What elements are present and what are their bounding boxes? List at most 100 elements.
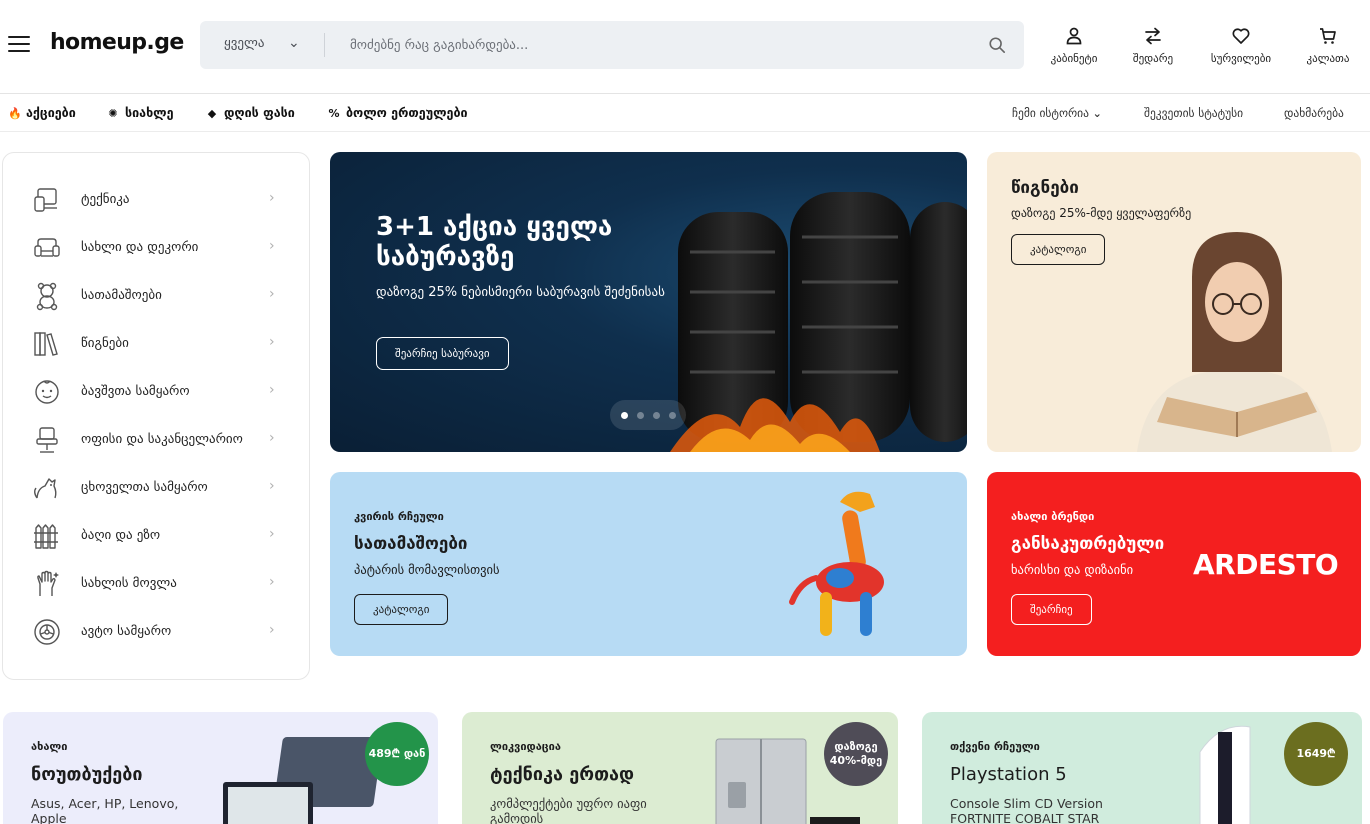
carousel-dot-4[interactable] [669,412,676,419]
sidebar-item-label: ტექნიკა [81,192,130,207]
tires-image [670,192,967,452]
nav-item-label: სიახლე [125,105,174,120]
site-header: homeup.ge ყველა ⌄ კაბინეტი შედარე სურვილ… [0,0,1370,94]
sparkle-icon: ✺ [108,107,118,120]
chevron-right-icon: › [269,334,275,350]
account-label: კაბინეტი [1050,52,1098,65]
carousel-dot-2[interactable] [637,412,644,419]
nav-item-last-units[interactable]: % ბოლო ერთეულები [328,105,467,120]
promo-card-bundles[interactable]: ლიკვიდაცია ტექნიკა ერთად კომპლექტები უფრ… [462,712,898,824]
chevron-right-icon: › [269,382,275,398]
card-desc: Asus, Acer, HP, Lenovo, Apple [31,796,179,824]
toys-catalog-button[interactable]: კატალოგი [354,594,449,625]
card-title: Playstation 5 [950,764,1067,785]
percent-icon: % [328,107,340,120]
wishlist-button[interactable]: სურვილები [1201,26,1281,65]
hero-cta-button[interactable]: შეარჩიე საბურავი [376,337,509,370]
sidebar-item-home-decor[interactable]: სახლი და დეკორი › [3,224,309,272]
chevron-right-icon: › [269,190,275,206]
books-banner[interactable]: წიგნები დაზოგე 25%-მდე ყველაფერზე კატალო… [987,152,1361,452]
sofa-icon [34,238,60,257]
price-badge: 489₾ დან [365,722,429,786]
books-subtitle: დაზოგე 25%-მდე ყველაფერზე [1011,206,1192,220]
sidebar-item-home-care[interactable]: სახლის მოვლა › [3,560,309,608]
hero-title: 3+1 აქცია ყველა საბურავზე [376,212,613,272]
ardesto-title: განსაკუთრებული [1011,534,1165,554]
books-icon [34,332,58,356]
cart-label: კალათა [1306,52,1350,65]
ardesto-kicker: ახალი ბრენდი [1011,510,1095,523]
sidebar-item-electronics[interactable]: ტექნიკა › [3,176,309,224]
nav-item-daily-price[interactable]: ◆ დღის ფასი [206,105,295,120]
card-desc: Console Slim CD Version FORTNITE COBALT … [950,796,1103,824]
discount-badge: დაზოგე 40%-მდე [824,722,888,786]
nav-help[interactable]: დახმარება [1284,106,1344,120]
carousel-dots [610,400,686,430]
sidebar-item-pets[interactable]: ცხოველთა სამყარო › [3,464,309,512]
pet-icon [34,478,57,499]
ardesto-brand-logo: ARDESTO [1193,548,1339,581]
sidebar-item-label: სათამაშოები [81,288,162,303]
search-category-select[interactable]: ყველა [224,36,264,51]
account-button[interactable]: კაბინეტი [1034,26,1114,65]
nav-order-status[interactable]: შეკვეთის სტატუსი [1144,106,1243,120]
sidebar-item-kids[interactable]: ბავშვთა სამყარო › [3,368,309,416]
wishlist-label: სურვილები [1210,52,1272,65]
chevron-right-icon: › [269,574,275,590]
fire-icon: 🔥 [8,107,22,120]
compare-arrows-icon [1145,27,1161,45]
menu-burger-icon[interactable] [8,36,30,54]
carousel-dot-3[interactable] [653,412,660,419]
chevron-down-icon[interactable]: ⌄ [288,35,300,51]
chevron-right-icon: › [269,526,275,542]
hero-subtitle: დაზოგე 25% ნებისმიერი საბურავის შეძენისა… [376,285,665,300]
toys-kicker: კვირის რჩეული [354,510,444,523]
search-separator [324,33,325,57]
sidebar-item-books[interactable]: წიგნები › [3,320,309,368]
promo-card-playstation[interactable]: თქვენი რჩეული Playstation 5 Console Slim… [922,712,1362,824]
nav-item-label: აქციები [26,105,76,120]
nav-item-promotions[interactable]: 🔥 აქციები [8,105,76,120]
tag-icon: ◆ [207,107,217,120]
search-icon[interactable] [988,36,1006,54]
ardesto-shop-button[interactable]: შეარჩიე [1011,594,1092,625]
books-catalog-button[interactable]: კატალოგი [1011,234,1106,265]
sidebar-item-garden[interactable]: ბაღი და ეზო › [3,512,309,560]
site-logo[interactable]: homeup.ge [50,30,184,55]
heart-icon [1232,28,1250,44]
card-kicker: ახალი [31,740,68,753]
nav-history[interactable]: ჩემი ისტორია ⌄ [1012,106,1102,120]
chevron-down-icon: ⌄ [1092,107,1102,120]
wheel-icon [34,619,60,645]
card-desc: კომპლექტები უფრო იაფი გამოდის [490,796,647,824]
sidebar-item-label: ავტო სამყარო [81,624,172,639]
chevron-right-icon: › [269,286,275,302]
card-title: ტექნიკა ერთად [490,764,634,785]
sidebar-item-auto[interactable]: ავტო სამყარო › [3,608,309,656]
card-title: ნოუთბუქები [31,764,143,785]
baby-icon [35,380,59,404]
nav-history-label: ჩემი ისტორია [1012,106,1089,120]
cart-button[interactable]: კალათა [1288,26,1368,65]
sidebar-item-label: სახლი და დეკორი [81,240,199,255]
toys-subtitle: პატარის მომავლისთვის [354,562,500,577]
office-chair-icon [36,427,58,453]
hero-banner-tires[interactable]: 3+1 აქცია ყველა საბურავზე დაზოგე 25% ნებ… [330,152,967,452]
toys-banner[interactable]: კვირის რჩეული სათამაშოები პატარის მომავლ… [330,472,967,656]
carousel-dot-1[interactable] [621,412,628,419]
chevron-right-icon: › [269,238,275,254]
ardesto-banner[interactable]: ახალი ბრენდი განსაკუთრებული ხარისხი და დ… [987,472,1361,656]
cart-icon [1320,28,1336,44]
nav-item-label: დღის ფასი [224,105,295,120]
sidebar-item-label: წიგნები [81,336,129,351]
sidebar-item-toys[interactable]: სათამაშოები › [3,272,309,320]
chevron-right-icon: › [269,430,275,446]
promo-card-laptops[interactable]: ახალი ნოუთბუქები Asus, Acer, HP, Lenovo,… [3,712,438,824]
search-input[interactable] [350,31,950,59]
price-badge: 1649₾ [1284,722,1348,786]
user-icon [1066,27,1082,45]
sidebar-item-office[interactable]: ოფისი და საკანცელარიო › [3,416,309,464]
compare-button[interactable]: შედარე [1113,26,1193,65]
nav-item-new[interactable]: ✺ სიახლე [107,105,174,120]
fence-icon [34,524,58,549]
